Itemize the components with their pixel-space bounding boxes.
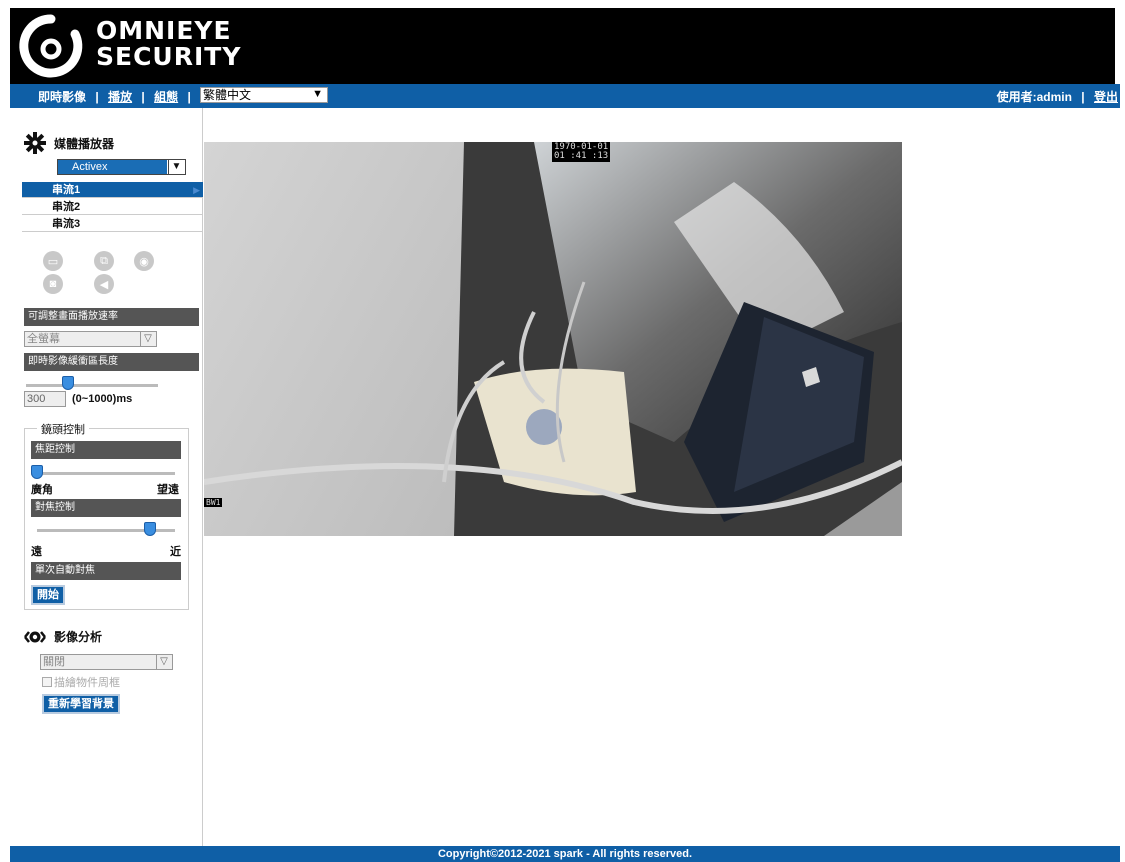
nav-config[interactable]: 組態 [154, 90, 178, 104]
analysis-mode-select[interactable]: 關閉 ▽ [40, 654, 173, 670]
brand-name: OMNIEYE SECURITY [96, 18, 241, 70]
footer: Copyright©2012-2021 spark - All rights r… [10, 846, 1120, 862]
buffer-unit: (0~1000)ms [72, 393, 133, 405]
eye-icon [24, 630, 46, 643]
sidebar: 媒體播放器 Activex ▼ 串流1 串流2 串流3 ▭ ⧉ ◉ ◙ ◀ 可調… [10, 108, 203, 846]
nav-links: 即時影像 | 播放 | 組態 | [38, 88, 197, 105]
camera-frame-image [204, 142, 902, 536]
nav-playback[interactable]: 播放 [108, 90, 132, 104]
stream-3[interactable]: 串流3 [22, 216, 203, 232]
brand-line-1: OMNIEYE [96, 16, 232, 45]
user-label: 使用者:admin [996, 90, 1072, 104]
playback-rate-value: 全螢幕 [27, 333, 60, 345]
nav-separator: | [187, 90, 191, 104]
omnieye-logo-icon [19, 14, 83, 78]
zoom-max-label: 望遠 [157, 484, 179, 496]
buffer-input[interactable]: 300 [24, 391, 66, 407]
pip-icon[interactable]: ⧉ [94, 251, 114, 271]
buffer-label: 即時影像緩衝區長度 [24, 353, 199, 371]
language-value: 繁體中文 [203, 88, 252, 102]
window-icon[interactable]: ▭ [43, 251, 63, 271]
user-area: 使用者:admin | 登出 [997, 88, 1118, 105]
focus-label: 對焦控制 [31, 499, 181, 517]
buffer-slider-thumb[interactable] [62, 376, 74, 390]
live-video[interactable]: 1970-01-01 01 :41 :13 BW1 [204, 142, 902, 536]
analysis-mode-value: 關閉 [43, 656, 65, 668]
draw-bbox-label: 描繪物件周框 [54, 677, 120, 689]
header: OMNIEYE SECURITY [10, 8, 1115, 84]
stream-1[interactable]: 串流1 [22, 182, 203, 198]
chevron-down-icon: ▼ [168, 160, 184, 174]
draw-bbox-option[interactable]: 描繪物件周框 [42, 674, 120, 690]
zoom-slider-track[interactable] [31, 472, 175, 475]
start-autofocus-button[interactable]: 開始 [31, 585, 65, 605]
gear-icon [24, 132, 46, 154]
language-select[interactable]: 繁體中文 ▼ [200, 87, 328, 103]
osd-timestamp: 1970-01-01 01 :41 :13 [552, 142, 611, 162]
snapshot-icon[interactable]: ◙ [43, 274, 63, 294]
nav-live[interactable]: 即時影像 [38, 90, 86, 104]
nav-separator: | [141, 90, 145, 104]
record-icon[interactable]: ◉ [134, 251, 154, 271]
analysis-title: 影像分析 [54, 630, 103, 644]
zoom-label: 焦距控制 [31, 441, 181, 459]
zoom-min-label: 廣角 [31, 484, 53, 496]
focus-slider-thumb[interactable] [144, 522, 157, 536]
media-player-value: Activex [58, 160, 167, 174]
media-player-select[interactable]: Activex ▼ [57, 159, 186, 175]
nav-bar: 即時影像 | 播放 | 組態 | 繁體中文 ▼ 使用者:admin | 登出 [10, 84, 1120, 108]
focus-max-label: 近 [170, 546, 181, 558]
media-player-heading: 媒體播放器 [24, 132, 114, 154]
lens-control-title: 鏡頭控制 [37, 421, 89, 437]
autofocus-label: 單次自動對焦 [31, 562, 181, 580]
stream-2[interactable]: 串流2 [22, 199, 203, 215]
buffer-slider-track[interactable] [26, 384, 158, 387]
playback-rate-label: 可調整畫面播放速率 [24, 308, 199, 326]
brand-line-2: SECURITY [96, 42, 242, 71]
logout-link[interactable]: 登出 [1094, 90, 1118, 104]
osd-camera-label: BW1 [204, 498, 223, 507]
draw-bbox-checkbox[interactable] [42, 677, 52, 687]
chevron-down-icon: ▼ [312, 88, 323, 100]
lens-control-group: 鏡頭控制 焦距控制 廣角 望遠 對焦控制 遠 近 單次自動對焦 開始 [24, 421, 189, 610]
app-root: OMNIEYE SECURITY 即時影像 | 播放 | 組態 | 繁體中文 ▼… [0, 0, 1125, 862]
nav-separator: | [1081, 90, 1085, 104]
chevron-down-icon: ▽ [156, 655, 171, 669]
chevron-down-icon: ▽ [140, 332, 155, 346]
osd-time: 01 :41 :13 [554, 151, 609, 161]
speaker-icon[interactable]: ◀ [94, 274, 114, 294]
media-player-title: 媒體播放器 [54, 136, 115, 151]
playback-rate-select[interactable]: 全螢幕 ▽ [24, 331, 157, 347]
relearn-background-button[interactable]: 重新學習背景 [42, 694, 120, 714]
nav-separator: | [95, 90, 99, 104]
focus-min-label: 遠 [31, 546, 42, 558]
zoom-slider-thumb[interactable] [31, 465, 43, 479]
analysis-heading: 影像分析 [24, 628, 102, 645]
